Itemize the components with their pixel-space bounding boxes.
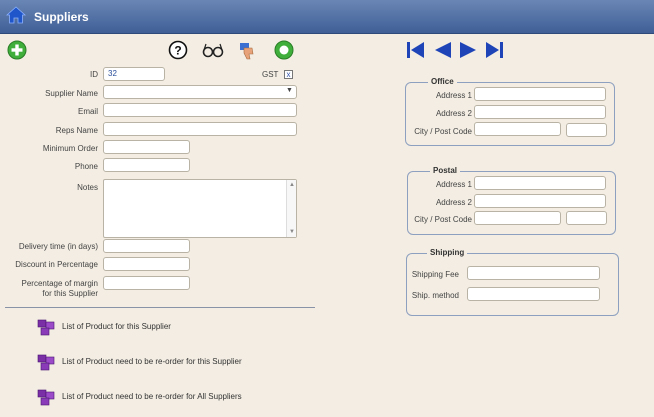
list-link-text[interactable]: List of Product for this Supplier xyxy=(62,322,171,331)
section-divider xyxy=(5,307,315,308)
postal-address1-label: Address 1 xyxy=(435,180,472,189)
shipping-group: Shipping xyxy=(406,248,619,316)
shipping-method-field[interactable] xyxy=(467,287,600,301)
notes-scrollbar[interactable]: ▲ ▼ xyxy=(286,180,296,237)
discount-label: Discount in Percentage xyxy=(15,260,98,269)
help-icon[interactable]: ? xyxy=(168,40,188,60)
postal-address2-field[interactable] xyxy=(474,194,606,208)
product-boxes-icon xyxy=(37,354,55,371)
green-circle-icon[interactable] xyxy=(274,40,294,60)
shipping-fee-label: Shipping Fee xyxy=(411,270,459,279)
office-title: Office xyxy=(428,77,457,86)
notes-textarea[interactable]: ▲ ▼ xyxy=(103,179,297,238)
supplier-name-label: Supplier Name xyxy=(45,89,98,98)
phone-label: Phone xyxy=(74,162,98,171)
glasses-icon[interactable] xyxy=(202,40,224,60)
office-city-label: City / Post Code xyxy=(414,127,472,136)
minimum-order-field[interactable] xyxy=(103,140,190,154)
product-boxes-icon xyxy=(37,319,55,336)
postal-postcode-field[interactable] xyxy=(566,211,607,225)
gst-label: GST xyxy=(262,70,279,79)
margin-label-line1: Percentage of margin xyxy=(21,279,99,288)
reps-name-field[interactable] xyxy=(103,122,297,136)
shipping-title: Shipping xyxy=(427,248,468,257)
discount-field[interactable] xyxy=(103,257,190,271)
email-label: Email xyxy=(77,107,98,116)
shipping-fee-field[interactable] xyxy=(467,266,600,280)
previous-record-icon[interactable] xyxy=(432,40,453,60)
notes-label: Notes xyxy=(77,183,98,192)
supplier-name-select[interactable] xyxy=(103,85,297,99)
list-link-text[interactable]: List of Product need to be re-order for … xyxy=(62,357,242,366)
email-field[interactable] xyxy=(103,103,297,117)
phone-field[interactable] xyxy=(103,158,190,172)
office-postcode-field[interactable] xyxy=(566,123,607,137)
thumbs-down-icon[interactable] xyxy=(238,40,258,60)
window-title: Suppliers xyxy=(34,10,89,24)
id-label: ID xyxy=(90,70,98,79)
list-link-text[interactable]: List of Product need to be re-order for … xyxy=(62,392,242,401)
office-address1-label: Address 1 xyxy=(435,91,472,100)
svg-text:?: ? xyxy=(174,44,181,58)
delivery-time-field[interactable] xyxy=(103,239,190,253)
gst-checkbox[interactable]: x xyxy=(284,70,293,79)
next-record-icon[interactable] xyxy=(458,40,479,60)
office-address2-label: Address 2 xyxy=(435,109,472,118)
first-record-icon[interactable] xyxy=(405,40,426,60)
title-bar: Suppliers xyxy=(0,0,654,34)
postal-title: Postal xyxy=(430,166,461,175)
margin-field[interactable] xyxy=(103,276,190,290)
postal-city-field[interactable] xyxy=(474,211,561,225)
add-icon[interactable] xyxy=(7,40,27,60)
product-boxes-icon xyxy=(37,389,55,406)
scroll-down-icon[interactable]: ▼ xyxy=(289,229,295,235)
margin-label-line2: for this Supplier xyxy=(42,289,98,298)
office-address2-field[interactable] xyxy=(474,105,606,119)
reps-name-label: Reps Name xyxy=(55,126,98,135)
postal-address1-field[interactable] xyxy=(474,176,606,190)
office-address1-field[interactable] xyxy=(474,87,606,101)
home-icon[interactable] xyxy=(6,5,26,25)
delivery-time-label: Delivery time (in days) xyxy=(18,242,98,251)
scroll-up-icon[interactable]: ▲ xyxy=(289,182,295,188)
id-field[interactable]: 32 xyxy=(103,67,165,81)
postal-address2-label: Address 2 xyxy=(435,198,472,207)
last-record-icon[interactable] xyxy=(484,40,505,60)
office-city-field[interactable] xyxy=(474,122,561,136)
minimum-order-label: Minimum Order xyxy=(42,144,98,153)
shipping-method-label: Ship. method xyxy=(411,291,459,300)
postal-city-label: City / Post Code xyxy=(414,215,472,224)
dropdown-arrow-icon[interactable]: ▼ xyxy=(286,87,293,94)
